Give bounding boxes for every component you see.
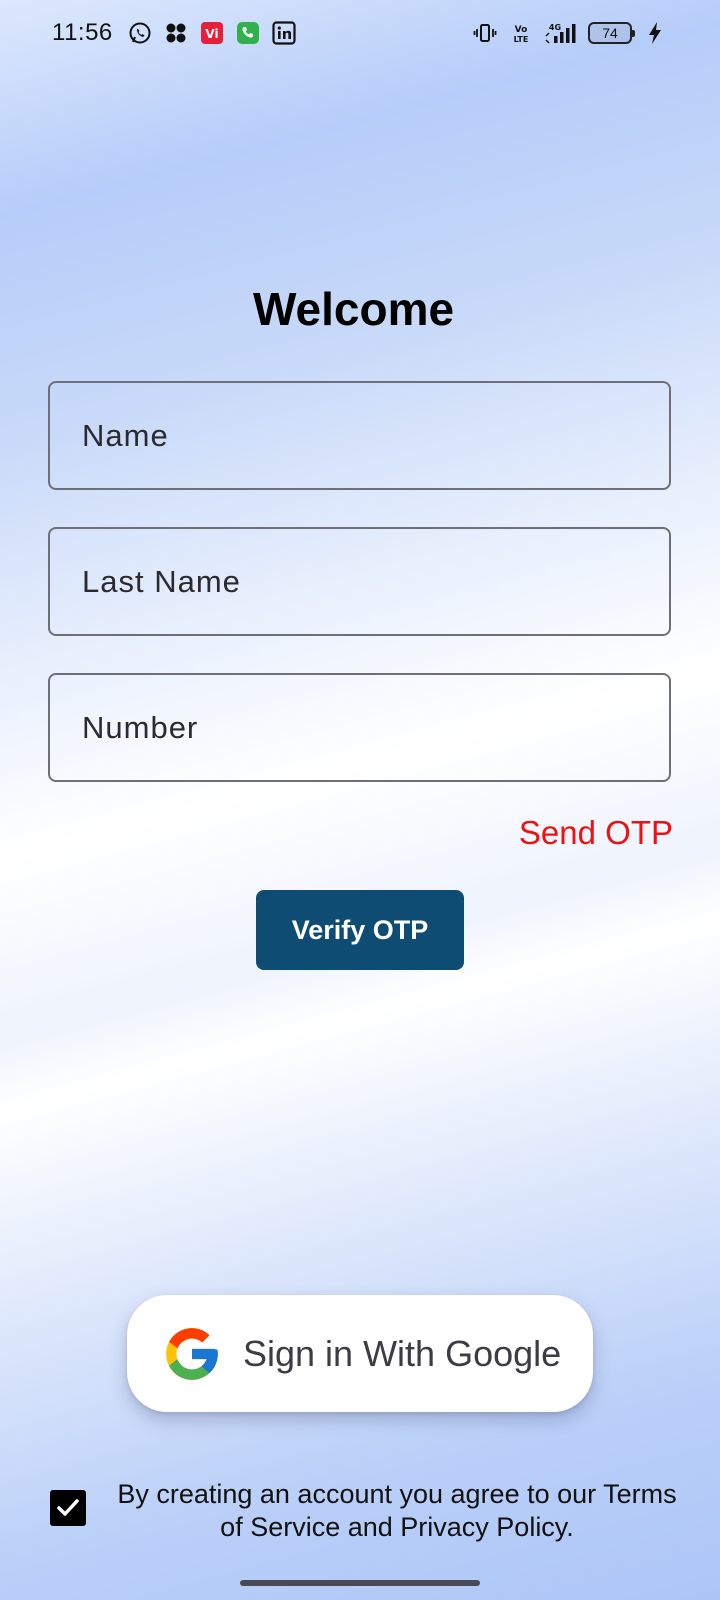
send-otp-link[interactable]: Send OTP — [519, 814, 673, 852]
checkmark-icon — [57, 1499, 79, 1516]
svg-text:Vo: Vo — [515, 25, 528, 35]
charging-icon — [642, 20, 668, 46]
last-name-field[interactable] — [48, 527, 671, 636]
name-field[interactable] — [48, 381, 671, 490]
whatsapp-icon — [127, 20, 153, 46]
number-field[interactable] — [48, 673, 671, 782]
app-grid-icon — [163, 20, 189, 46]
name-input[interactable] — [82, 417, 669, 454]
google-sign-in-label: Sign in With Google — [243, 1332, 562, 1374]
svg-text:Vi: Vi — [205, 27, 218, 41]
svg-text:4G: 4G — [549, 23, 561, 32]
system-icons: Vo LTE 4G 74 — [472, 20, 668, 46]
google-sign-in-button[interactable]: Sign in With Google — [127, 1295, 593, 1412]
home-indicator[interactable] — [240, 1580, 480, 1586]
vi-app-icon: Vi — [199, 20, 225, 46]
terms-checkbox[interactable] — [50, 1490, 86, 1526]
phone-app-icon — [235, 20, 261, 46]
status-time: 11:56 — [52, 19, 113, 46]
battery-level: 74 — [602, 25, 618, 41]
svg-text:LTE: LTE — [514, 35, 529, 44]
number-input[interactable] — [82, 709, 669, 746]
verify-otp-button[interactable]: Verify OTP — [256, 890, 464, 970]
linkedin-icon — [271, 20, 297, 46]
volte-icon: Vo LTE — [508, 20, 534, 46]
terms-agreement: By creating an account you agree to our … — [50, 1478, 690, 1558]
last-name-input[interactable] — [82, 563, 669, 600]
page-title: Welcome — [252, 283, 455, 335]
notification-icons: Vi — [127, 20, 297, 46]
terms-text: By creating an account you agree to our … — [117, 1479, 677, 1542]
google-logo-icon — [166, 1327, 218, 1380]
vibrate-icon — [472, 20, 498, 46]
status-bar: 11:56 Vi Vo LTE 4G 74 — [0, 0, 720, 66]
battery-icon: 74 — [588, 22, 635, 44]
signal-4g-icon: 4G — [544, 20, 578, 46]
